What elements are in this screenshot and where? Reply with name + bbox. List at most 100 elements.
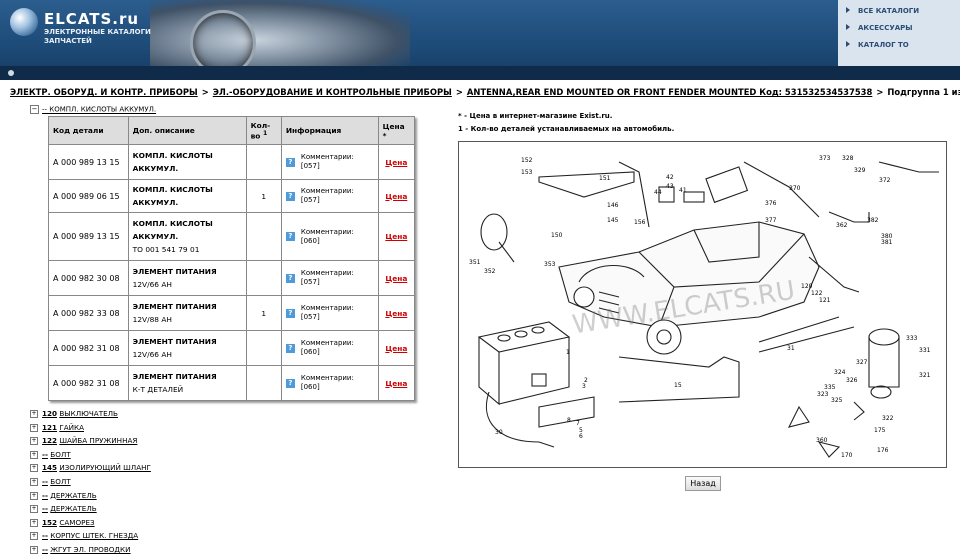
collapse-icon[interactable]: − bbox=[30, 105, 39, 114]
price-link[interactable]: Цена bbox=[385, 232, 407, 241]
expand-icon[interactable]: + bbox=[30, 437, 38, 446]
help-icon[interactable]: ? bbox=[285, 378, 295, 388]
callout-label: 333 bbox=[906, 335, 918, 342]
help-icon[interactable]: ? bbox=[285, 273, 295, 283]
expand-icon[interactable]: + bbox=[30, 491, 38, 500]
callout-label: 372 bbox=[879, 177, 891, 184]
help-icon[interactable]: ? bbox=[285, 191, 295, 201]
part-code: A 000 989 06 15 bbox=[48, 179, 129, 213]
expand-icon[interactable]: + bbox=[30, 450, 38, 459]
breadcrumb-item[interactable]: ЭЛЕКТР. ОБОРУД. И КОНТР. ПРИБОРЫ bbox=[10, 87, 198, 97]
tree-item-expanded[interactable]: − -- КОМПЛ. КИСЛОТЫ АККУМУЛ. bbox=[30, 105, 156, 114]
expand-icon[interactable]: + bbox=[30, 518, 38, 527]
callout-label: 42 bbox=[666, 174, 674, 181]
table-row: A 000 989 06 15 КОМПЛ. КИСЛОТЫ АККУМУЛ. 1?… bbox=[48, 179, 416, 213]
nav-accessories[interactable]: АКСЕССУАРЫ bbox=[846, 24, 913, 32]
tree-item[interactable]: +145 ИЗОЛИРУЮЩИЙ ШЛАНГ bbox=[30, 463, 151, 477]
part-code: A 000 989 13 15 bbox=[48, 212, 129, 261]
callout-label: 362 bbox=[836, 222, 848, 229]
expand-icon[interactable]: + bbox=[30, 423, 38, 432]
callout-label: 1 bbox=[566, 349, 570, 356]
expand-icon[interactable]: + bbox=[30, 545, 38, 554]
callout-label: 351 bbox=[469, 259, 481, 266]
callout-label: 8 bbox=[567, 417, 571, 424]
part-qty bbox=[245, 212, 282, 261]
expand-icon[interactable]: + bbox=[30, 532, 38, 541]
callout-label: 321 bbox=[919, 372, 931, 379]
tree-item[interactable]: +152 САМОРЕЗ bbox=[30, 518, 151, 532]
comment-link[interactable]: [060] bbox=[301, 348, 354, 357]
comment-link[interactable]: [057] bbox=[301, 278, 354, 287]
price-link[interactable]: Цена bbox=[385, 158, 407, 167]
callout-label: 329 bbox=[854, 167, 866, 174]
callout-label: 151 bbox=[599, 175, 611, 182]
help-icon[interactable]: ? bbox=[285, 308, 295, 318]
breadcrumb-item[interactable]: ANTENNA,REAR END MOUNTED OR FRONT FENDER… bbox=[467, 87, 872, 97]
comment-link[interactable]: [060] bbox=[301, 237, 354, 246]
expand-icon[interactable]: + bbox=[30, 477, 38, 486]
tree-item[interactable]: + -- БОЛТ bbox=[30, 450, 151, 464]
expand-icon[interactable]: + bbox=[30, 464, 38, 473]
part-qty bbox=[245, 330, 282, 366]
tree-item[interactable]: + -- ДЕРЖАТЕЛЬ bbox=[30, 491, 151, 505]
tree-item[interactable]: + -- БОЛТ bbox=[30, 477, 151, 491]
breadcrumb-separator: > bbox=[455, 87, 463, 97]
part-qty bbox=[245, 144, 282, 180]
table-row: A 000 982 33 08 ЭЛЕМЕНТ ПИТАНИЯ 12V/88 AH 1… bbox=[48, 295, 416, 331]
note-price: * - Цена в интернет-магазине Exist.ru. bbox=[458, 112, 613, 120]
price-link[interactable]: Цена bbox=[385, 344, 407, 353]
help-icon[interactable]: ? bbox=[285, 343, 295, 353]
price-cell: Цена bbox=[377, 365, 416, 401]
comment-link[interactable]: [057] bbox=[301, 196, 354, 205]
comment-link[interactable]: [060] bbox=[301, 383, 354, 392]
expand-icon[interactable]: + bbox=[30, 505, 38, 514]
callout-label: 30 bbox=[495, 429, 503, 436]
tree-item[interactable]: + -- КОРПУС ШТЕК. ГНЕЗДА bbox=[30, 531, 151, 545]
part-info: ? Комментарии: [060] bbox=[280, 330, 379, 366]
breadcrumb-separator: > bbox=[876, 87, 884, 97]
nav-service-catalog[interactable]: КАТАЛОГ ТО bbox=[846, 41, 909, 49]
callout-label: 44 bbox=[654, 189, 662, 196]
part-code: A 000 989 13 15 bbox=[48, 144, 129, 180]
tree-item[interactable]: + -- ДЕРЖАТЕЛЬ bbox=[30, 504, 151, 518]
breadcrumb-item[interactable]: ЭЛ.-ОБОРУДОВАНИЕ И КОНТРОЛЬНЫЕ ПРИБОРЫ bbox=[213, 87, 452, 97]
price-cell: Цена bbox=[377, 144, 416, 180]
tree-item-label[interactable]: -- КОМПЛ. КИСЛОТЫ АККУМУЛ. bbox=[42, 106, 156, 114]
part-qty bbox=[245, 365, 282, 401]
tree-item[interactable]: +120 ВЫКЛЮЧАТЕЛЬ bbox=[30, 409, 151, 423]
price-cell: Цена bbox=[377, 260, 416, 296]
tree-item[interactable]: +121 ГАЙКА bbox=[30, 423, 151, 437]
category-tree: +120 ВЫКЛЮЧАТЕЛЬ +121 ГАЙКА +122 ШАЙБА ПРУ… bbox=[30, 409, 151, 559]
comment-link[interactable]: [057] bbox=[301, 162, 354, 171]
help-icon[interactable]: ? bbox=[285, 232, 295, 241]
tree-item[interactable]: +122 ШАЙБА ПРУЖИННАЯ bbox=[30, 436, 151, 450]
callout-label: 41 bbox=[679, 187, 687, 194]
parts-table: Код детали Доп. описание Кол-во 1 Информ… bbox=[48, 116, 416, 401]
back-button[interactable]: Назад bbox=[685, 476, 721, 491]
tree-item[interactable]: + -- ЖГУТ ЭЛ. ПРОВОДКИ bbox=[30, 545, 151, 559]
callout-label: 381 bbox=[881, 239, 893, 246]
callout-label: 43 bbox=[666, 183, 674, 190]
price-link[interactable]: Цена bbox=[385, 309, 407, 318]
part-description: ЭЛЕМЕНТ ПИТАНИЯ 12V/66 AH bbox=[127, 260, 247, 296]
col-header-info: Информация bbox=[280, 116, 379, 145]
comment-link[interactable]: [057] bbox=[301, 313, 354, 322]
callout-label: 360 bbox=[816, 437, 828, 444]
expand-icon[interactable]: + bbox=[30, 410, 38, 418]
part-description: ЭЛЕМЕНТ ПИТАНИЯ 12V/88 AH bbox=[127, 295, 247, 331]
price-link[interactable]: Цена bbox=[385, 379, 407, 388]
col-header-qty: Кол-во 1 bbox=[245, 116, 282, 145]
callout-label: 331 bbox=[919, 347, 931, 354]
bullet-icon bbox=[8, 70, 14, 76]
callout-label: 323 bbox=[817, 391, 829, 398]
nav-all-catalogs[interactable]: ВСЕ КАТАЛОГИ bbox=[846, 7, 919, 15]
price-link[interactable]: Цена bbox=[385, 274, 407, 283]
price-link[interactable]: Цена bbox=[385, 192, 407, 201]
callout-label: 122 bbox=[811, 290, 823, 297]
callout-label: 175 bbox=[874, 427, 886, 434]
help-icon[interactable]: ? bbox=[285, 157, 295, 167]
parts-diagram[interactable]: WWW.ELCATS.RU 152 153 151 42 43 41 44 146 145 150… bbox=[458, 141, 947, 468]
part-qty bbox=[245, 260, 282, 296]
callout-label: 31 bbox=[787, 345, 795, 352]
callout-label: 156 bbox=[634, 219, 646, 226]
